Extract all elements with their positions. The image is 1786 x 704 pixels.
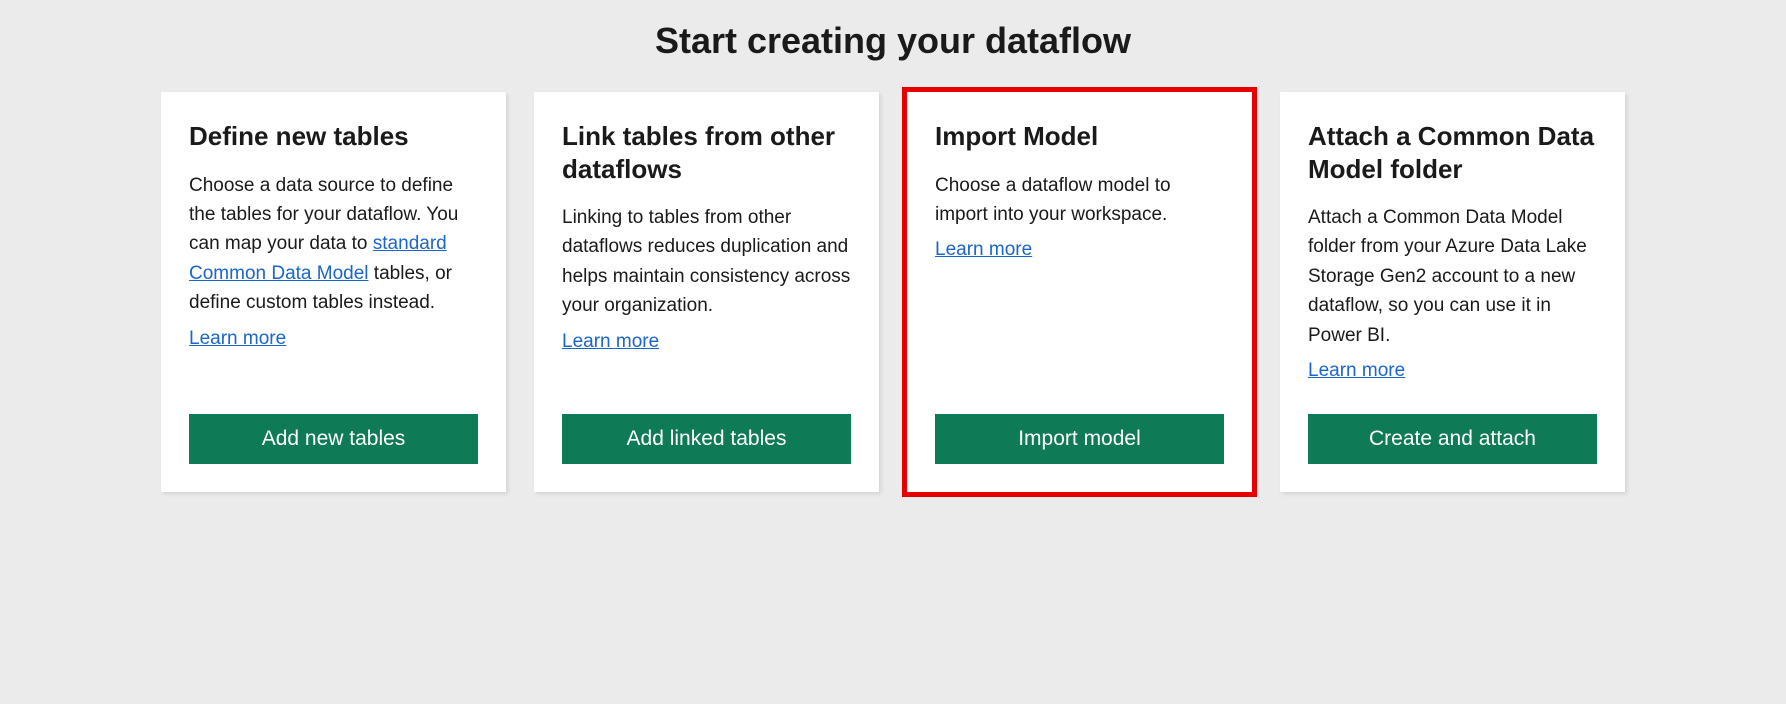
card-title: Import Model [935,120,1224,153]
learn-more-link[interactable]: Learn more [1308,356,1405,385]
card-title: Attach a Common Data Model folder [1308,120,1597,185]
add-new-tables-button[interactable]: Add new tables [189,414,478,464]
import-model-button[interactable]: Import model [935,414,1224,464]
card-desc: Linking to tables from other dataflows r… [562,207,850,316]
card-attach-cdm-folder: Attach a Common Data Model folder Attach… [1280,92,1625,492]
page-title: Start creating your dataflow [30,20,1756,62]
learn-more-link[interactable]: Learn more [562,327,659,356]
card-description: Choose a dataflow model to import into y… [935,171,1224,386]
learn-more-link[interactable]: Learn more [189,324,286,353]
cards-row: Define new tables Choose a data source t… [30,92,1756,492]
card-description: Choose a data source to define the table… [189,171,478,386]
create-and-attach-button[interactable]: Create and attach [1308,414,1597,464]
card-description: Linking to tables from other dataflows r… [562,203,851,386]
card-desc: Choose a dataflow model to import into y… [935,175,1171,225]
learn-more-link[interactable]: Learn more [935,235,1032,264]
card-import-model: Import Model Choose a dataflow model to … [907,92,1252,492]
card-title: Define new tables [189,120,478,153]
card-title: Link tables from other dataflows [562,120,851,185]
card-define-new-tables: Define new tables Choose a data source t… [161,92,506,492]
card-description: Attach a Common Data Model folder from y… [1308,203,1597,386]
card-desc: Attach a Common Data Model folder from y… [1308,207,1587,346]
add-linked-tables-button[interactable]: Add linked tables [562,414,851,464]
card-link-tables: Link tables from other dataflows Linking… [534,92,879,492]
